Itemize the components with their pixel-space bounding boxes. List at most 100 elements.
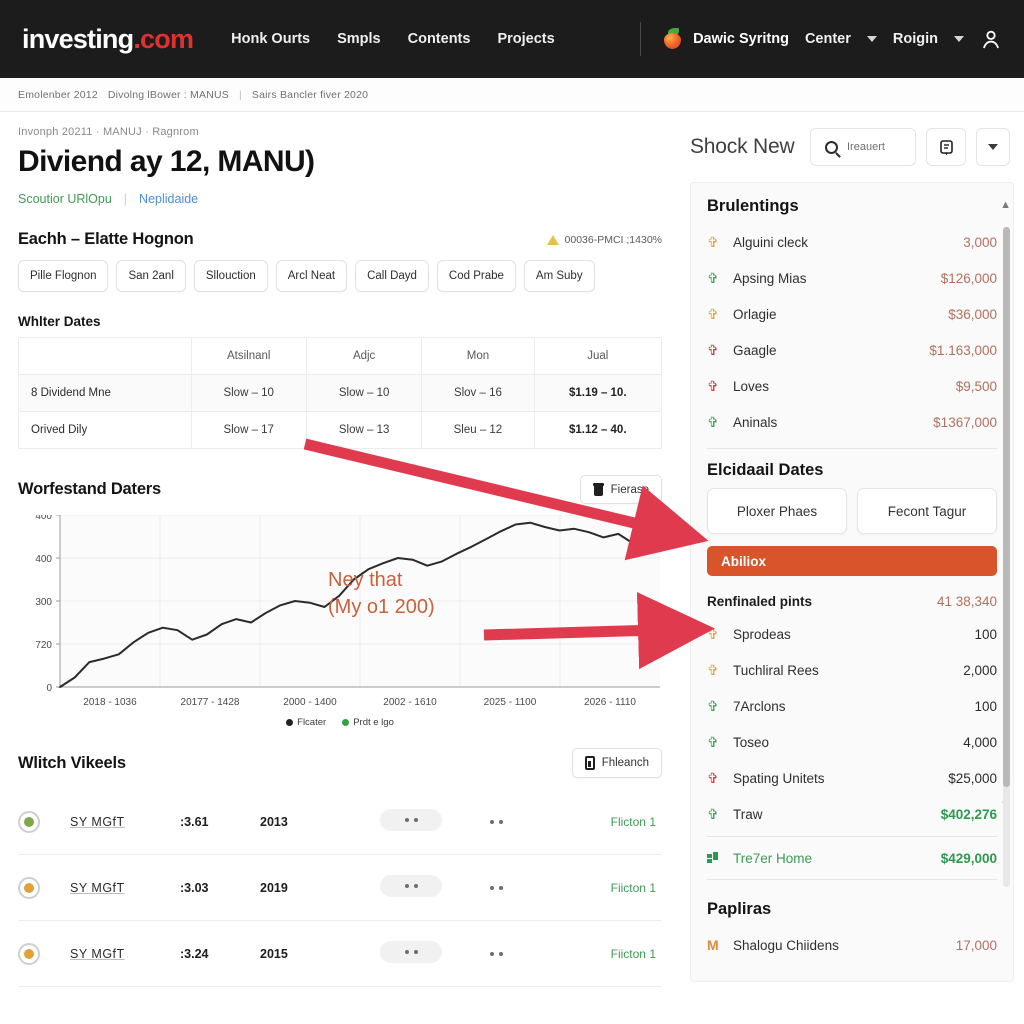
list-item-value-b: 2013 [260,814,288,829]
document-icon-button[interactable] [926,128,966,166]
side-item-name: Orlagie [733,306,777,322]
status-dot-icon [18,942,70,965]
side-panel-scrollbar[interactable] [1003,227,1010,887]
user-menu[interactable]: Dawic Syritng [663,28,789,50]
table-cell-value: $1.12 – 40. [533,411,662,449]
side-list-item[interactable]: ✞ Tuchliral Rees 2,000 [707,652,997,688]
performance-chart[interactable]: 400 400 300 720 0 2018 - 1036 20177 - 14… [18,515,662,728]
chart-title: Worfestand Daters [18,480,161,498]
table-cell: Slow – 10 [305,374,423,412]
side-list-item[interactable]: M Shalogu Chiidens 17,000 [707,927,997,963]
alert-text: 00036-PMCI ;1430% [564,233,662,246]
sub-links: Scoutior URlOpu | Neplidaide [18,192,662,206]
chevron-down-icon[interactable] [866,36,877,42]
side-kv-key: Renfinaled pints [707,593,813,609]
side-panel-header: Shock New Ireauert [680,112,1024,180]
berry-icon [663,28,683,50]
list-item-status[interactable]: Flicton 1 [611,815,662,829]
nav-link-1[interactable]: Honk Ourts [231,31,310,47]
top-navigation-bar: investing.com Honk Ourts Smpls Contents … [0,0,1024,78]
holdings-list: SY MGfT :3.61 2013 Flicton 1 SY MGfT :3.… [18,789,662,987]
filter-pill-5[interactable]: Call Dayd [355,260,429,292]
table-cell: Slov – 16 [421,374,535,412]
side-item-value: $1.163,000 [929,342,997,358]
side-list-item[interactable]: ✞ Alguini cleck 3,000 [707,224,997,260]
list-item-value-a: :3.03 [180,880,209,895]
marker-icon: ✞ [707,769,719,786]
section-title: Eachh – Elatte Hognon [18,230,194,248]
side-button-1[interactable]: Ploxer Phaes [707,488,847,534]
list-item-status[interactable]: Fiicton 1 [611,881,662,895]
nav-region-label[interactable]: Roigin [893,31,938,47]
sublink-primary[interactable]: Scoutior URlOpu [18,192,112,206]
grid-icon [707,851,733,866]
document-icon [939,139,953,155]
list-item-status[interactable]: Fiicton 1 [611,947,662,961]
nav-center-label[interactable]: Center [805,31,851,47]
list-item[interactable]: SY MGfT :3.03 2019 Fiicton 1 [18,855,662,921]
list-action-button[interactable]: Fhleanch [571,748,662,778]
breadcrumb-item-2[interactable]: Divolng lBower : MANUS [108,89,229,101]
sublink-secondary[interactable]: Neplidaide [139,192,198,206]
list-item-symbol[interactable]: SY MGfT [70,947,180,961]
breadcrumb-item-3[interactable]: Sairs Bancler fiver 2020 [252,89,368,101]
list-action-label: Fhleanch [601,757,649,769]
side-list-item[interactable]: ✞ Traw $402,276 [707,796,997,832]
breadcrumb-item-1[interactable]: Emolenber 2012 [18,89,98,101]
legend-item-2: Prdt e lgo [342,717,394,728]
y-tick-2: 300 [35,597,52,608]
side-list-item[interactable]: ✞ Gaagle $1.163,000 [707,332,997,368]
list-item-chip [380,809,490,834]
filter-pill-3[interactable]: Sllouction [193,260,268,292]
side-total-row[interactable]: Tre7er Home $429,000 [707,836,997,880]
list-item-value-b: 2019 [260,880,288,895]
nav-link-2[interactable]: Smpls [337,31,381,47]
scrollbar-thumb[interactable] [1003,227,1010,787]
side-section-2-list: ✞ Sprodeas 100 ✞ Tuchliral Rees 2,000 ✞ … [707,616,997,832]
side-item-value: 17,000 [955,937,997,953]
side-list-item[interactable]: ✞ Apsing Mias $126,000 [707,260,997,296]
table-cell: Sleu – 12 [421,411,535,449]
side-item-name: Alguini cleck [733,234,809,250]
list-item-value-a: :3.61 [180,814,209,829]
filter-pill-7[interactable]: Am Suby [523,260,595,292]
list-item[interactable]: SY MGfT :3.61 2013 Flicton 1 [18,789,662,855]
side-list-item[interactable]: ✞ Sprodeas 100 [707,616,997,652]
side-panel-card: Brulentings ▲ ✞ Alguini cleck 3,000 ✞ Ap… [690,182,1014,982]
list-item-symbol[interactable]: SY MGfT [70,881,180,895]
filter-pill-6[interactable]: Cod Prabe [436,260,516,292]
person-icon[interactable] [980,28,1002,50]
site-logo[interactable]: investing.com [22,24,194,55]
chevron-down-icon-2[interactable] [954,36,964,42]
filter-pill-2[interactable]: San 2anl [116,260,186,292]
table-col-3: Mon [421,337,535,375]
panel-expand-button[interactable] [976,128,1010,166]
side-list-item[interactable]: ✞ Spating Unitets $25,000 [707,760,997,796]
side-list-item[interactable]: ✞ Toseo 4,000 [707,724,997,760]
legend-label-2: Prdt e lgo [353,717,394,728]
side-list-item[interactable]: ✞ Orlagie $36,000 [707,296,997,332]
side-list-item[interactable]: ✞ Aninals $1367,000 [707,404,997,440]
list-item-symbol[interactable]: SY MGfT [70,815,180,829]
side-item-name: Aninals [733,414,778,430]
dividend-dates-table: Atsilnanl Adjc Mon Jual 8 Dividend Mne S… [18,337,662,449]
search-input[interactable]: Ireauert [810,128,916,166]
search-icon [825,140,838,154]
list-item[interactable]: SY MGfT :3.24 2015 Fiicton 1 [18,921,662,987]
side-list-item[interactable]: ✞ 7Arclons 100 [707,688,997,724]
search-placeholder: Ireauert [847,141,885,153]
filter-pill-4[interactable]: Arcl Neat [275,260,348,292]
side-button-2[interactable]: Fecont Tagur [857,488,997,534]
filter-pill-1[interactable]: Pille Flognon [18,260,109,292]
marker-icon: ✞ [707,697,719,714]
side-item-name: Traw [733,806,763,822]
side-list-item[interactable]: ✞ Loves $9,500 [707,368,997,404]
side-kv-value: 41 38,340 [936,593,997,609]
chart-action-button[interactable]: Fierase [579,475,662,504]
legend-item-1: Flcater [286,717,326,728]
highlight-bar[interactable]: Abiliox [707,546,997,576]
collapse-caret-up-icon[interactable]: ▲ [1000,199,1011,211]
list-header-row: Wlitch Vikeels Fhleanch [18,748,662,778]
nav-link-4[interactable]: Projects [497,31,554,47]
nav-link-3[interactable]: Contents [408,31,471,47]
